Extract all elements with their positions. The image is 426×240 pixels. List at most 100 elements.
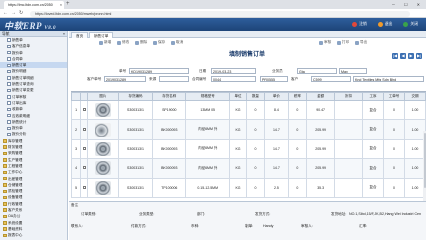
- row-checkbox[interactable]: [82, 146, 86, 150]
- cell-proc[interactable]: 复合: [362, 99, 384, 121]
- cell-qty[interactable]: 0: [245, 138, 266, 160]
- cell-tax[interactable]: 0: [287, 99, 308, 121]
- cell-tax[interactable]: 0: [287, 138, 308, 160]
- toolbar-button[interactable]: 新增: [99, 40, 111, 45]
- pager-button[interactable]: ▶: [408, 53, 414, 59]
- grid-header-cell[interactable]: 工序: [362, 92, 384, 101]
- cell-name[interactable]: SP19000: [152, 99, 187, 121]
- cell-amount[interactable]: 205.99: [306, 158, 336, 179]
- toolbar-button[interactable]: 审核: [319, 40, 331, 45]
- header-button-0[interactable]: 注销: [348, 20, 371, 29]
- cell-qty[interactable]: 0: [245, 158, 266, 179]
- cell-unit[interactable]: KG: [229, 138, 247, 160]
- grid-header-cell[interactable]: 存货编码: [117, 92, 154, 101]
- cell-tax[interactable]: 0: [287, 119, 308, 140]
- grid-header-cell[interactable]: 交期: [403, 92, 426, 101]
- browser-tab[interactable]: https://lmc.ltdn.com.cn/2050 ×: [4, 1, 64, 9]
- cell-tax[interactable]: 0: [287, 177, 308, 198]
- pager-button[interactable]: ◀: [400, 53, 406, 59]
- cell-price[interactable]: 14.7: [264, 158, 289, 179]
- row-select[interactable]: [80, 138, 89, 160]
- order-no-field[interactable]: KD19031289: [129, 68, 189, 74]
- row-checkbox[interactable]: [82, 108, 86, 112]
- cell-qty[interactable]: 0: [245, 177, 266, 198]
- cell-spec[interactable]: 0.15-12.5MM: [185, 177, 231, 198]
- toolbar-button[interactable]: 保存: [153, 40, 165, 45]
- toolbar-button[interactable]: 打印: [337, 40, 349, 45]
- cell-amount[interactable]: 205.99: [306, 138, 336, 160]
- cell-spec[interactable]: 内径6MM 外: [185, 138, 231, 160]
- new-tab-icon[interactable]: +: [66, 1, 70, 8]
- pager-button[interactable]: ▶|: [416, 53, 422, 59]
- cell-wo[interactable]: 0: [382, 158, 405, 179]
- cell-spec[interactable]: 13MM 05: [185, 99, 231, 121]
- grid-header-cell[interactable]: 金额: [306, 92, 336, 101]
- row-checkbox[interactable]: [82, 185, 86, 189]
- salesperson-field[interactable]: Gta: [297, 68, 337, 74]
- cell-name[interactable]: BK000093: [152, 119, 187, 140]
- toolbar-button[interactable]: 删除: [135, 40, 147, 45]
- grid-header-cell[interactable]: [70, 92, 82, 101]
- customer-name-field[interactable]: Knd Textiles Mfg Sdn Bhd: [353, 76, 424, 82]
- table-row[interactable]: 5 S300313/1 TP100006 0.15-12.5MM KG 0 2.5 0 35.3…: [70, 177, 426, 198]
- grid-header-cell[interactable]: 折扣: [334, 92, 364, 101]
- cell-disc[interactable]: [334, 99, 364, 121]
- customer-code-field[interactable]: C599: [311, 76, 351, 82]
- footer-value[interactable]: Handy: [263, 224, 293, 229]
- cell-spec[interactable]: 内径6MM 外: [185, 119, 231, 140]
- pager-button[interactable]: |◀: [392, 53, 398, 59]
- cell-disc[interactable]: [334, 158, 364, 179]
- close-tab-icon[interactable]: ×: [60, 1, 62, 9]
- scrollbar-thumb[interactable]: [423, 133, 426, 188]
- reload-icon[interactable]: ↻: [19, 10, 23, 17]
- cell-qty[interactable]: 0: [245, 99, 266, 121]
- cell-proc[interactable]: 复合: [362, 158, 384, 179]
- cell-unit[interactable]: KG: [229, 99, 247, 121]
- contract-field[interactable]: 2019031289: [104, 76, 146, 82]
- project-code-field[interactable]: PR0555: [260, 76, 288, 82]
- grid-header-cell[interactable]: [80, 92, 89, 101]
- sidebar-item[interactable]: 报表中心: [0, 232, 67, 238]
- salesperson-name-field[interactable]: Max: [339, 68, 367, 74]
- cell-disc[interactable]: [334, 138, 364, 160]
- cell-code[interactable]: S300313/1: [117, 119, 154, 140]
- row-select[interactable]: [80, 158, 89, 179]
- header-button-1[interactable]: 退出: [374, 20, 397, 29]
- cell-proc[interactable]: 复合: [362, 138, 384, 160]
- row-checkbox[interactable]: [82, 127, 86, 131]
- cell-amount[interactable]: 90.47: [306, 99, 336, 121]
- grid-header-cell[interactable]: 单价: [264, 92, 289, 101]
- cell-unit[interactable]: KG: [229, 158, 247, 179]
- grid-header-cell[interactable]: 工单号: [382, 92, 405, 101]
- cell-price[interactable]: 8.4: [264, 99, 289, 121]
- toolbar-button[interactable]: 取消: [171, 40, 183, 45]
- table-row[interactable]: 4 S300313/1 BK000093 内径6MM 外 KG 0 14.7 0 205.99 复…: [70, 158, 426, 179]
- table-row[interactable]: 3 S300313/1 BK000093 内径6MM 外 KG 0 14.7 0 205.99 复…: [70, 138, 426, 160]
- cell-name[interactable]: BK000093: [152, 158, 187, 179]
- pin-icon[interactable]: «: [63, 31, 65, 37]
- cell-unit[interactable]: KG: [229, 177, 247, 198]
- cell-code[interactable]: S300313/1: [117, 158, 154, 179]
- cell-name[interactable]: TP100006: [152, 177, 187, 198]
- row-checkbox[interactable]: [82, 166, 86, 170]
- grid-header-cell[interactable]: 规格型号: [185, 92, 231, 101]
- cell-wo[interactable]: 0: [382, 177, 405, 198]
- header-button-2[interactable]: 关闭: [399, 20, 422, 29]
- source-field[interactable]: [159, 76, 189, 82]
- grid-header-cell[interactable]: 单位: [229, 92, 247, 101]
- project-field[interactable]: 0044: [211, 76, 256, 82]
- cell-wo[interactable]: 0: [382, 99, 405, 121]
- cell-qty[interactable]: 0: [245, 119, 266, 140]
- table-row[interactable]: 2 S300313/1 BK000093 内径6MM 外 KG 0 14.7 0 205.99 复…: [70, 119, 426, 140]
- forward-icon[interactable]: →: [11, 10, 16, 17]
- cell-disc[interactable]: [334, 177, 364, 198]
- cell-spec[interactable]: 内径6MM 外: [185, 158, 231, 179]
- cell-disc[interactable]: [334, 119, 364, 140]
- toolbar-button[interactable]: 修改: [117, 40, 129, 45]
- toolbar-button[interactable]: 导出: [355, 40, 367, 45]
- cell-tax[interactable]: 0: [287, 158, 308, 179]
- cell-due[interactable]: 1.00: [403, 99, 426, 121]
- cell-wo[interactable]: 0: [382, 119, 405, 140]
- cell-name[interactable]: BK000093: [152, 138, 187, 160]
- cell-amount[interactable]: 205.99: [306, 119, 336, 140]
